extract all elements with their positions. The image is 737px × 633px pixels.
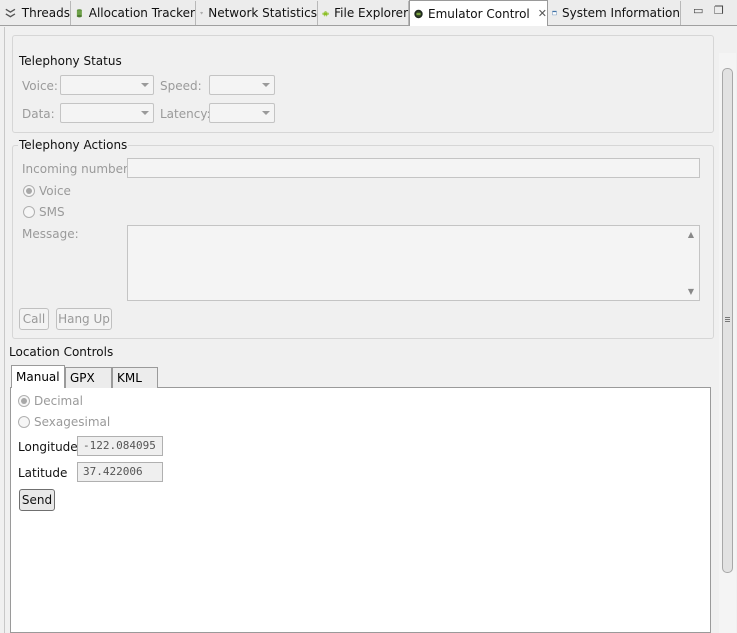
tab-label: Allocation Tracker [88,6,195,20]
data-label: Data: [22,107,55,121]
tab-label: Threads [21,6,70,20]
chevron-down-icon [141,111,149,115]
threads-icon [5,8,16,18]
sms-radio-label: SMS [39,205,65,219]
tab-emulator-control[interactable]: Emulator Control ✕ [409,0,548,26]
call-button[interactable]: Call [19,308,49,330]
telephony-status-title: Telephony Status [18,54,123,68]
sms-radio[interactable] [23,206,35,218]
latency-combo[interactable] [209,103,275,123]
voice-radio[interactable] [23,185,35,197]
tab-network-statistics[interactable]: Network Statistics [196,1,318,25]
voice-label: Voice: [22,79,58,93]
chevron-down-icon [141,83,149,87]
tab-system-information[interactable]: System Information [548,1,681,25]
voice-combo[interactable] [60,75,154,95]
speed-combo[interactable] [209,75,275,95]
latitude-label: Latitude [18,466,68,480]
message-textarea[interactable]: ▲ ▼ [127,225,700,301]
tab-file-explorer[interactable]: File Explorer [318,1,409,25]
decimal-radio[interactable] [18,395,30,407]
latency-label: Latency: [160,107,211,121]
location-manual-panel [10,387,711,633]
incoming-number-label: Incoming number: [22,162,132,176]
restore-icon[interactable]: ❐ [714,4,724,17]
close-icon[interactable]: ✕ [538,7,547,20]
window-icon [552,10,557,16]
emulator-control-view: Telephony Status Voice: Speed: Data: Lat… [4,27,737,633]
chevron-down-icon [262,111,270,115]
tab-label: Emulator Control [428,6,530,21]
longitude-label: Longitude [18,440,78,454]
longitude-field[interactable]: -122.084095 [77,436,163,456]
vertical-scrollbar[interactable] [719,53,736,633]
message-label: Message: [22,227,79,241]
scroll-down-icon[interactable]: ▼ [688,287,694,296]
chevron-down-icon [262,83,270,87]
tab-label: File Explorer [334,6,408,20]
wifi-icon [200,11,204,15]
grip-icon [725,317,730,318]
tab-allocation-tracker[interactable]: Allocation Tracker [71,1,196,25]
database-icon [76,9,82,18]
decimal-radio-label: Decimal [34,394,83,408]
tab-label: System Information [561,6,680,20]
scrollbar-thumb[interactable] [722,68,733,573]
sexagesimal-radio[interactable] [18,416,30,428]
speed-label: Speed: [160,79,202,93]
telephony-actions-title: Telephony Actions [18,138,129,152]
incoming-number-field[interactable] [127,158,700,178]
sexagesimal-radio-label: Sexagesimal [34,415,111,429]
location-controls-title: Location Controls [9,345,114,359]
tab-label: Network Statistics [208,6,317,20]
tab-manual[interactable]: Manual [11,365,65,388]
tab-threads[interactable]: Threads [0,1,71,25]
data-combo[interactable] [60,103,154,123]
latitude-field[interactable]: 37.422006 [77,462,163,482]
voice-radio-label: Voice [39,184,71,198]
minimize-icon[interactable]: ▭ [693,4,703,17]
view-tab-bar: Threads Allocation Tracker Network Stati… [0,0,737,26]
tab-kml[interactable]: KML [112,367,158,388]
phone-icon [414,9,423,18]
android-icon [322,11,329,17]
hang-up-button[interactable]: Hang Up [56,308,112,330]
tab-gpx[interactable]: GPX [65,367,112,388]
send-button[interactable]: Send [19,489,55,511]
scroll-up-icon[interactable]: ▲ [688,230,694,239]
